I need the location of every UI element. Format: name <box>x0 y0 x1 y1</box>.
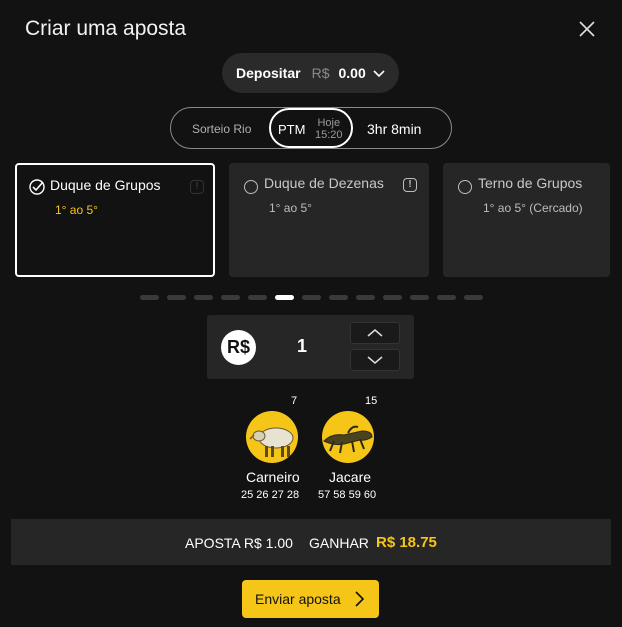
currency-icon: R$ <box>221 330 256 365</box>
chevron-down-icon <box>367 356 383 364</box>
bet-type-card[interactable]: Duque de Grupos 1° ao 5° ! <box>15 163 215 277</box>
bet-type-name: Terno de Grupos <box>478 175 583 191</box>
deposit-selector[interactable]: Depositar R$ 0.00 <box>222 53 399 93</box>
win-label: GANHAR <box>309 535 369 551</box>
win-value: R$ 18.75 <box>376 534 437 551</box>
bet-amount-label: APOSTA R$ 1.00 <box>185 535 293 551</box>
bet-type-range: 1° ao 5° (Cercado) <box>483 201 583 215</box>
pagination-dot[interactable] <box>383 295 402 300</box>
decrease-button[interactable] <box>350 349 400 371</box>
radio-icon <box>458 180 472 194</box>
pagination-dot[interactable] <box>329 295 348 300</box>
pagination-dot[interactable] <box>464 295 483 300</box>
page-title: Criar uma aposta <box>25 17 187 40</box>
animal-number: 7 <box>291 395 298 407</box>
sheep-icon <box>246 411 298 463</box>
bet-type-range: 1° ao 5° <box>269 201 312 215</box>
animal-number: 15 <box>365 395 378 407</box>
animal-name: Jacare <box>329 469 372 485</box>
info-icon[interactable]: ! <box>403 178 417 192</box>
info-icon[interactable]: ! <box>190 180 204 194</box>
bet-summary: APOSTA R$ 1.00 GANHAR R$ 18.75 <box>11 519 611 565</box>
submit-bet-button[interactable]: Enviar aposta <box>242 580 379 618</box>
submit-bet-label: Enviar aposta <box>255 591 341 607</box>
chevron-up-icon <box>367 329 383 337</box>
pagination-dot[interactable] <box>167 295 186 300</box>
bet-type-card[interactable]: Duque de Dezenas 1° ao 5° ! <box>229 163 429 277</box>
animal-numbers: 25 26 27 28 <box>241 489 300 501</box>
bet-type-name: Duque de Dezenas <box>264 175 384 191</box>
check-circle-icon <box>29 179 45 195</box>
pagination-dot[interactable] <box>302 295 321 300</box>
draw-day: Hoje <box>317 117 341 129</box>
chevron-right-icon <box>355 591 365 607</box>
increase-button[interactable] <box>350 322 400 344</box>
pagination-dot[interactable] <box>194 295 213 300</box>
deposit-label: Depositar <box>236 65 301 81</box>
draw-selector: Sorteio Rio PTM Hoje 15:20 3hr 8min <box>170 107 452 149</box>
pagination-dot[interactable] <box>275 295 294 300</box>
radio-icon <box>244 180 258 194</box>
pagination-dot[interactable] <box>221 295 240 300</box>
bet-type-name: Duque de Grupos <box>50 177 161 193</box>
animal-numbers: 57 58 59 60 <box>318 489 377 501</box>
pagination-dot[interactable] <box>140 295 159 300</box>
deposit-amount: 0.00 <box>338 65 366 81</box>
pagination-dot[interactable] <box>410 295 429 300</box>
draw-day-time: Hoje 15:20 <box>315 117 343 141</box>
pagination-dot[interactable] <box>437 295 456 300</box>
alligator-icon <box>322 411 374 463</box>
deposit-currency: R$ <box>311 65 330 81</box>
stake-stepper: R$ 1 <box>207 315 414 379</box>
pagination-dot[interactable] <box>248 295 267 300</box>
carousel-pagination <box>140 295 483 300</box>
animal-name: Carneiro <box>246 469 300 485</box>
pagination-dot[interactable] <box>356 295 375 300</box>
close-icon[interactable] <box>577 19 597 39</box>
bet-type-card[interactable]: Terno de Grupos 1° ao 5° (Cercado) <box>443 163 610 277</box>
bet-type-range: 1° ao 5° <box>55 203 98 217</box>
draw-option-selected[interactable]: PTM Hoje 15:20 <box>269 108 353 148</box>
chevron-down-icon <box>373 70 385 78</box>
draw-code: PTM <box>278 122 306 137</box>
lottery-name[interactable]: Sorteio Rio <box>192 122 251 136</box>
draw-time: 15:20 <box>315 129 343 141</box>
stake-value: 1 <box>297 336 308 356</box>
draw-countdown: 3hr 8min <box>367 121 422 137</box>
